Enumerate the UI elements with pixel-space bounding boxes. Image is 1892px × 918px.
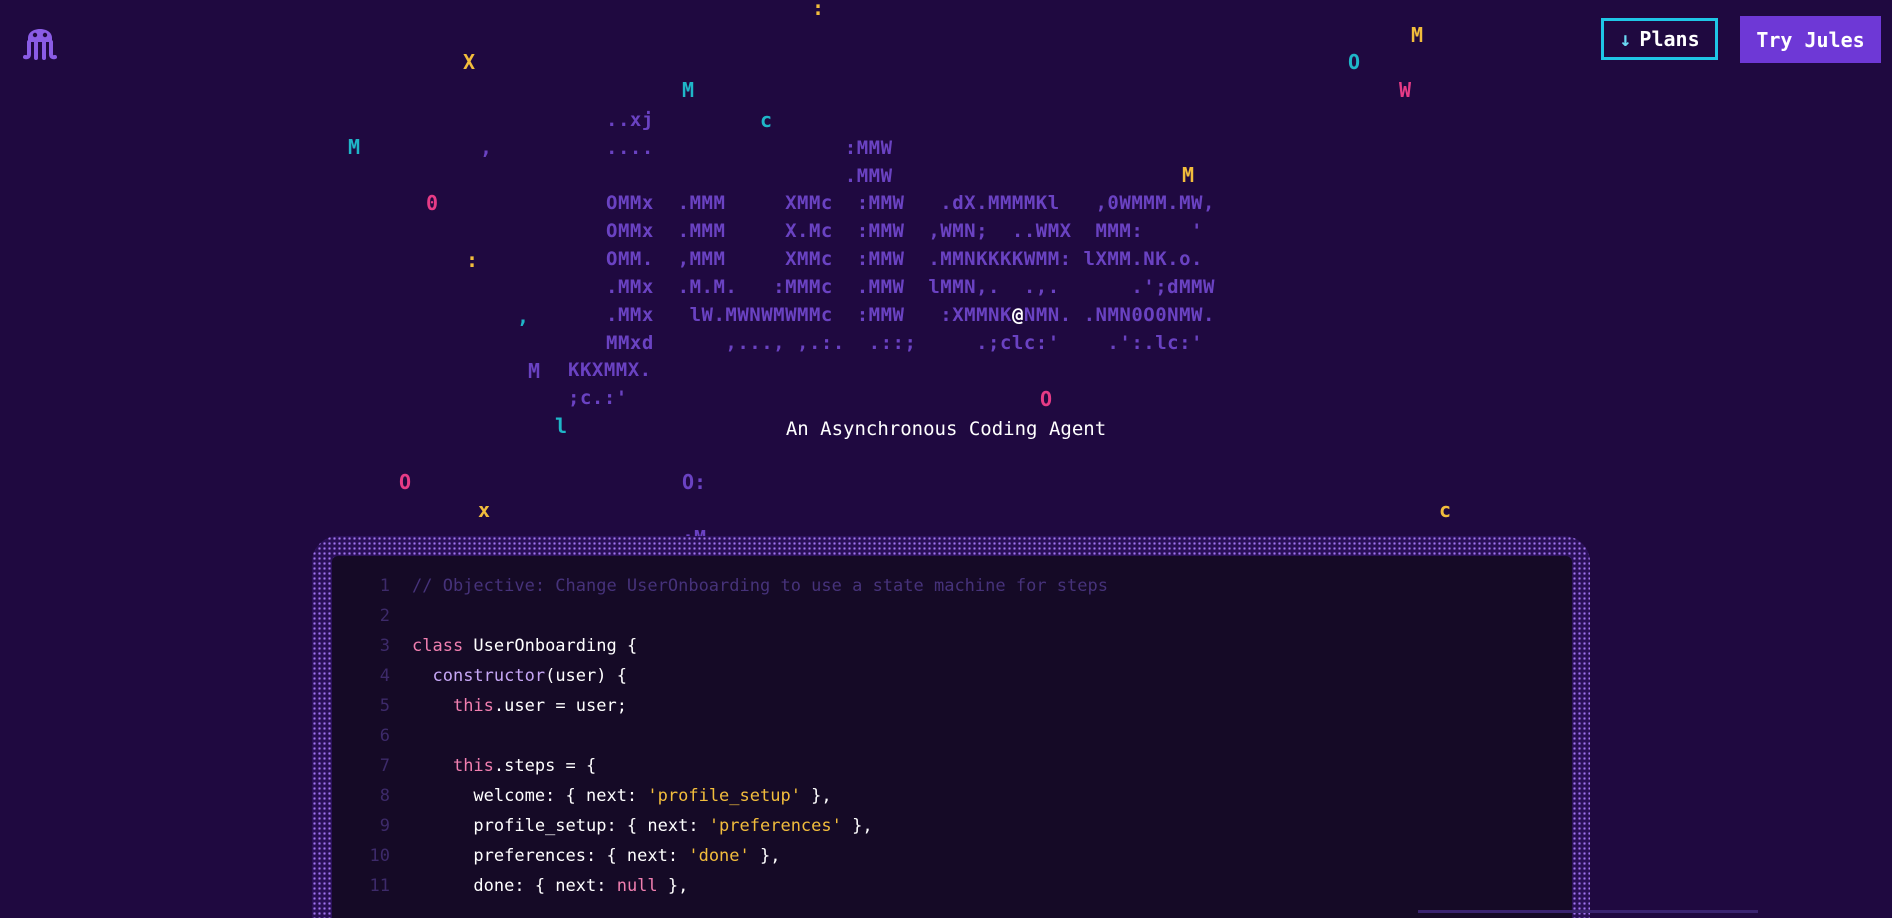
- code-token: welcome: { next:: [412, 786, 648, 806]
- floating-char: O: [1040, 387, 1053, 411]
- floating-char: ,: [517, 304, 530, 328]
- plans-button[interactable]: ↓ Plans: [1601, 18, 1718, 60]
- code-token: .user = user;: [493, 696, 627, 716]
- code-token: },: [841, 816, 873, 836]
- line-number: 2: [379, 606, 390, 626]
- ascii-line: OMMx .MMM X.Mc :MMW ,WMN; ..WMX MMM: ': [606, 220, 1203, 242]
- ascii-line: ;c.:': [568, 387, 628, 409]
- floating-char: M: [1182, 163, 1195, 187]
- code-token: null: [616, 876, 658, 896]
- line-number: 11: [369, 876, 390, 896]
- code-line: 2: [332, 601, 412, 631]
- line-number: 10: [369, 846, 390, 866]
- arrow-down-icon: ↓: [1619, 27, 1632, 51]
- floating-char: :: [466, 248, 479, 272]
- code-token: class: [412, 636, 474, 656]
- line-number: 1: [379, 576, 390, 596]
- code-line: 11 done: { next: null },: [332, 871, 689, 901]
- line-number: 8: [379, 786, 390, 806]
- ascii-line: KKXMMX.: [568, 359, 652, 381]
- ascii-line: OMMx .MMM XMMc :MMW .dX.MMMMKl ,0WMMM.MW…: [606, 192, 1215, 214]
- plans-label: Plans: [1639, 27, 1700, 51]
- code-token: .steps = {: [493, 756, 597, 776]
- code-token: this: [452, 756, 494, 776]
- floating-char: W: [1399, 78, 1412, 102]
- code-token: // Objective: Change UserOnboarding to u…: [412, 576, 1108, 596]
- floating-char: O:: [682, 470, 707, 494]
- floating-char: O: [1348, 50, 1361, 74]
- code-token: },: [800, 786, 832, 806]
- floating-char: 0: [426, 191, 439, 215]
- floating-char: M: [348, 135, 361, 159]
- code-token: profile_setup: { next:: [412, 816, 709, 836]
- ascii-line: ..xj: [606, 109, 654, 131]
- ascii-line: .MMx .M.M. :MMMc .MMW lMMN,. .,. .';dMMW: [606, 276, 1215, 298]
- floating-char: :: [812, 0, 825, 20]
- line-number: 5: [379, 696, 390, 716]
- line-number: 7: [379, 756, 390, 776]
- code-token: constructor: [432, 666, 546, 686]
- ascii-line: .MMx lW.MWNWMWMMc :MMW :XMMNK@NMN. .NMN0…: [606, 304, 1215, 326]
- code-line: 5 this .user = user;: [332, 691, 627, 721]
- page: ↓ Plans Try Jules ..xj .... :MMW .MMW OM…: [0, 0, 1892, 918]
- line-number: 4: [379, 666, 390, 686]
- tagline: An Asynchronous Coding Agent: [785, 418, 1107, 440]
- floating-char: M: [528, 359, 541, 383]
- code-line: 3 class UserOnboarding {: [332, 631, 637, 661]
- ascii-line: OMM. ,MMM XMMc :MMW .MMNKKKKWMM: lXMM.NK…: [606, 248, 1203, 270]
- code-token: },: [749, 846, 781, 866]
- code-token: done: { next:: [412, 876, 617, 896]
- try-jules-button[interactable]: Try Jules: [1740, 16, 1881, 63]
- floating-char: X: [463, 50, 476, 74]
- code-line: 6: [332, 721, 412, 751]
- ascii-line: .... :MMW: [606, 137, 893, 159]
- floating-char: O: [399, 470, 412, 494]
- line-number: 6: [379, 726, 390, 746]
- floating-char: M: [682, 78, 695, 102]
- floating-char: c: [760, 108, 773, 132]
- code-line: 8 welcome: { next: 'profile_setup' },: [332, 781, 832, 811]
- floating-char: ,: [480, 135, 493, 159]
- floating-char: x: [478, 498, 491, 522]
- octopus-icon[interactable]: [20, 20, 60, 62]
- code-line: 4 constructor (user) {: [332, 661, 627, 691]
- code-line: 7 this .steps = {: [332, 751, 597, 781]
- line-number: 9: [379, 816, 390, 836]
- code-line: 9 profile_setup: { next: 'preferences' }…: [332, 811, 873, 841]
- ascii-art-hero: ..xj .... :MMW .MMW OMMx .MMM XMMc :MMW …: [0, 0, 1892, 550]
- code-token: (user) {: [545, 666, 627, 686]
- code-line: 1 // Objective: Change UserOnboarding to …: [332, 571, 1108, 601]
- scroll-strip: [1418, 910, 1758, 913]
- code-token: this: [452, 696, 494, 716]
- code-token: preferences: { next:: [412, 846, 689, 866]
- floating-char: M: [1411, 23, 1424, 47]
- code-token: 'profile_setup': [647, 786, 801, 806]
- cursor-char: @: [1011, 304, 1024, 326]
- code-token: 'preferences': [708, 816, 842, 836]
- code-line: 10 preferences: { next: 'done' },: [332, 841, 781, 871]
- line-number: 3: [379, 636, 390, 656]
- code-token: UserOnboarding {: [473, 636, 638, 656]
- code-panel: 1 // Objective: Change UserOnboarding to …: [332, 556, 1572, 918]
- ascii-line: MMxd ,..., ,.:. .::; .;clc:' .':.lc:': [606, 332, 1203, 354]
- ascii-line: .MMW: [606, 165, 893, 187]
- code-token: },: [657, 876, 689, 896]
- code-token: 'done': [688, 846, 750, 866]
- floating-char: l: [555, 414, 568, 438]
- floating-char: c: [1439, 498, 1452, 522]
